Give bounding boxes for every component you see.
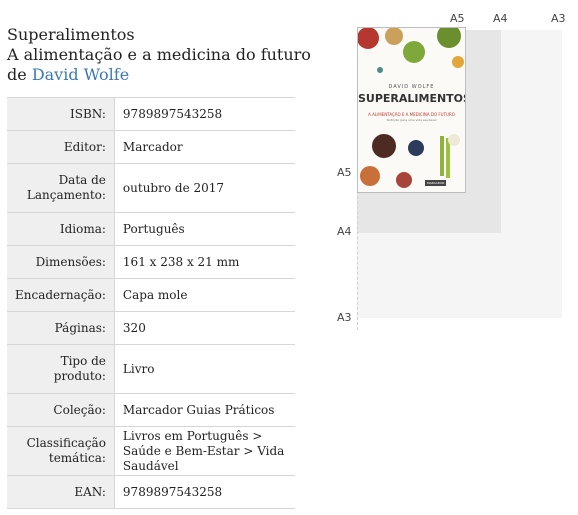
table-row: Classificação temática: Livros em Portug…	[7, 426, 295, 476]
table-row: Data de Lançamento: outubro de 2017	[7, 163, 295, 213]
cover-publisher-logo: MARCADOR	[425, 180, 447, 186]
table-row: Idioma: Português	[7, 212, 295, 246]
spec-value-isbn: 9789897543258	[114, 97, 295, 131]
spec-label-dimensions: Dimensões:	[7, 245, 115, 279]
spec-label-editor: Editor:	[7, 130, 115, 164]
cover-subtitle: A ALIMENTAÇÃO E A MEDICINA DO FUTURO	[368, 112, 455, 117]
spec-value-collection: Marcador Guias Práticos	[114, 393, 295, 427]
cover-author: DAVID WOLFE	[388, 84, 435, 90]
book-cover-image[interactable]: DAVID WOLFE SUPERALIMENTOS A ALIMENTAÇÃO…	[357, 27, 466, 193]
spec-value-editor: Marcador	[114, 130, 295, 164]
table-row: Dimensões: 161 x 238 x 21 mm	[7, 245, 295, 279]
spec-label-product-type: Tipo de produto:	[7, 344, 115, 394]
table-row: Encadernação: Capa mole	[7, 278, 295, 312]
size-label-side-a3: A3	[337, 311, 352, 324]
table-row: ISBN: 9789897543258	[7, 97, 295, 131]
spec-value-ean: 9789897543258	[114, 475, 295, 509]
cover-tagline: Nutrição para uma vida saudável	[386, 118, 437, 122]
cover-title: SUPERALIMENTOS	[358, 92, 466, 105]
spec-label-language: Idioma:	[7, 212, 115, 246]
spec-value-language: Português	[114, 212, 295, 246]
book-author-line: de David Wolfe	[7, 65, 307, 85]
size-label-top-a3: A3	[551, 12, 566, 25]
author-link[interactable]: David Wolfe	[32, 65, 129, 84]
spec-label-collection: Coleção:	[7, 393, 115, 427]
spec-value-release-date: outubro de 2017	[114, 163, 295, 213]
size-label-top-a5: A5	[450, 12, 465, 25]
author-prefix: de	[7, 65, 27, 84]
table-row: Páginas: 320	[7, 311, 295, 345]
spec-label-release-date: Data de Lançamento:	[7, 163, 115, 213]
spec-value-category: Livros em Português > Saúde e Bem-Estar …	[114, 426, 295, 476]
spec-label-category: Classificação temática:	[7, 426, 115, 476]
spec-value-pages: 320	[114, 311, 295, 345]
spec-label-binding: Encadernação:	[7, 278, 115, 312]
size-label-side-a5: A5	[337, 166, 352, 179]
size-label-side-a4: A4	[337, 225, 352, 238]
size-label-top-a4: A4	[493, 12, 508, 25]
book-title: Superalimentos	[7, 25, 135, 44]
spec-label-pages: Páginas:	[7, 311, 115, 345]
table-row: Coleção: Marcador Guias Práticos	[7, 393, 295, 427]
spec-value-product-type: Livro	[114, 344, 295, 394]
table-row: Editor: Marcador	[7, 130, 295, 164]
spec-label-isbn: ISBN:	[7, 97, 115, 131]
book-title-block: Superalimentos A alimentação e a medicin…	[7, 25, 311, 85]
table-row: Tipo de produto: Livro	[7, 344, 295, 394]
spec-label-ean: EAN:	[7, 475, 115, 509]
cover-food-illustration	[358, 28, 465, 192]
spec-value-binding: Capa mole	[114, 278, 295, 312]
book-subtitle: A alimentação e a medicina do futuro	[7, 45, 311, 64]
spec-value-dimensions: 161 x 238 x 21 mm	[114, 245, 295, 279]
specs-table: ISBN: 9789897543258 Editor: Marcador Dat…	[7, 97, 295, 509]
table-row: EAN: 9789897543258	[7, 475, 295, 509]
